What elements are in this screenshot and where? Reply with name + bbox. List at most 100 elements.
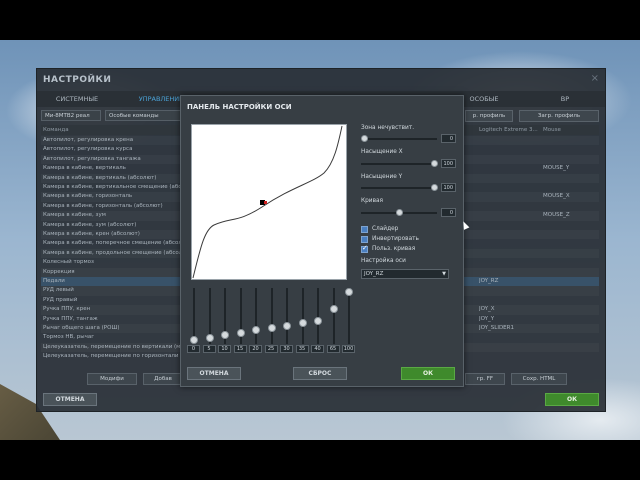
row-command: РУД правый — [43, 296, 78, 303]
curve-point-slider[interactable]: 0 — [187, 286, 201, 353]
saturation-y-label: Насыщение Y — [361, 174, 403, 180]
aircraft-select[interactable]: Ми-8МТВ2 реал — [41, 110, 101, 121]
curve-point-knob[interactable] — [329, 304, 338, 313]
row-mouse-binding[interactable]: MOUSE_X — [543, 192, 599, 201]
saturation-x-track — [361, 163, 437, 165]
saturation-x-value[interactable]: 100 — [441, 159, 456, 168]
saturation-x-slider[interactable]: 100 — [361, 159, 457, 168]
curve-point-knob[interactable] — [345, 288, 353, 296]
curve-point-slider[interactable]: 25 — [264, 286, 279, 353]
curve-point-knob[interactable] — [236, 328, 245, 337]
row-command: Целеуказатель, перемещение по вертикали … — [43, 343, 183, 350]
curve-point-label: 40 — [311, 345, 324, 353]
tab-system[interactable]: СИСТЕМНЫЕ — [47, 93, 107, 105]
row-command: Колесный тормоз — [43, 259, 94, 266]
slider-checkbox-label: Слайдер — [372, 226, 399, 232]
curve-point-label: 20 — [249, 345, 262, 353]
curve-point-label: 10 — [218, 345, 231, 353]
curve-point-slider[interactable]: 20 — [249, 286, 263, 353]
invert-checkbox-label: Инвертировать — [372, 236, 419, 242]
curve-value[interactable]: 0 — [441, 208, 456, 217]
saturation-x-knob[interactable] — [431, 160, 438, 167]
curve-point-knob[interactable] — [283, 321, 291, 330]
curve-point-slider[interactable]: 5 — [202, 286, 217, 353]
tab-special[interactable]: ОСОБЫЕ — [459, 93, 509, 105]
row-device-binding[interactable]: JOY_X — [479, 305, 539, 314]
row-command: Камера в кабине, продольное смещение (аб… — [43, 249, 183, 256]
window-title: НАСТРОЙКИ — [43, 75, 112, 85]
curve-point-slider[interactable]: 65 — [326, 286, 341, 353]
slider-checkbox[interactable] — [361, 226, 368, 233]
load-profile-button[interactable]: Загр. профиль — [519, 110, 599, 122]
load-ff-button[interactable]: гр. FF — [465, 373, 505, 385]
row-device-binding[interactable]: JOY_SLIDER1 — [479, 324, 539, 333]
saturation-y-track — [361, 187, 437, 189]
row-mouse-binding[interactable]: MOUSE_Z — [543, 211, 599, 220]
deadzone-knob[interactable] — [361, 135, 368, 142]
curve-point-knob[interactable] — [190, 336, 198, 344]
cancel-button[interactable]: ОТМЕНА — [43, 393, 97, 406]
reset-button[interactable]: СБРОС — [293, 367, 347, 380]
row-command: Камера в кабине, вертикальное смещение (… — [43, 184, 183, 190]
curve-point-label: 15 — [233, 345, 247, 353]
row-command: Рычаг общего шага (РОШ) — [43, 325, 120, 331]
curve-point-track — [286, 288, 288, 344]
curve-point-knob[interactable] — [205, 333, 214, 342]
letterbox-bottom — [0, 440, 640, 480]
curve-point-knob[interactable] — [298, 319, 307, 328]
modify-button[interactable]: Модифи — [87, 373, 137, 385]
row-mouse-binding[interactable]: MOUSE_Y — [543, 164, 599, 173]
save-html-button[interactable]: Сохр. HTML — [511, 373, 567, 385]
deadzone-value[interactable]: 0 — [441, 134, 456, 143]
saturation-y-knob[interactable] — [431, 184, 438, 191]
curve-point-track — [332, 288, 335, 344]
curve-point-slider[interactable]: 100 — [342, 286, 356, 353]
row-command: Камера в кабине, поперечное смещение (аб… — [43, 240, 182, 247]
saturation-y-value[interactable]: 100 — [441, 183, 456, 192]
user-curve-sliders: 0 5 10 15 20 25 30 35 40 65 100 — [187, 286, 357, 356]
curve-slider[interactable]: 0 — [361, 208, 457, 217]
dialog-ok-button[interactable]: ОК — [401, 367, 455, 380]
saturation-y-slider[interactable]: 100 — [361, 183, 457, 192]
axis-setting-label: Настройка оси — [361, 258, 406, 264]
row-command: Камера в кабине, горизонталь (абсолют) — [43, 202, 163, 209]
row-device-binding[interactable]: JOY_RZ — [479, 277, 539, 286]
close-icon[interactable]: × — [591, 73, 599, 84]
curve-point-slider[interactable]: 35 — [295, 286, 310, 353]
category-select[interactable]: Особые команды — [105, 110, 185, 121]
dialog-cancel-button[interactable]: ОТМЕНА — [187, 367, 241, 380]
invert-checkbox[interactable] — [361, 236, 368, 243]
dialog-title: ПАНЕЛЬ НАСТРОЙКИ ОСИ — [187, 103, 292, 111]
curve-point-knob[interactable] — [221, 331, 229, 340]
curve-point-knob[interactable] — [314, 316, 322, 325]
deadzone-slider[interactable]: 0 — [361, 134, 457, 143]
curve-point-track — [348, 288, 350, 344]
save-profile-button[interactable]: р. профиль — [465, 110, 513, 122]
user-curve-checkbox[interactable] — [361, 244, 368, 253]
ok-button[interactable]: ОК — [545, 393, 599, 406]
axis-select[interactable]: JOY_RZ ▼ — [361, 269, 449, 279]
column-header-device[interactable]: Logitech Extreme 3... — [479, 125, 538, 135]
column-header-mouse[interactable]: Mouse — [543, 125, 561, 135]
curve-point-label: 35 — [295, 345, 309, 353]
curve-point-knob[interactable] — [267, 324, 276, 332]
curve-point-track — [270, 288, 273, 344]
deadzone-label: Зона нечувствит. — [361, 125, 415, 131]
tab-vr[interactable]: ВР — [547, 93, 583, 105]
curve-point-slider[interactable]: 10 — [218, 286, 232, 353]
window-footer: ОТМЕНА ОК — [37, 391, 605, 407]
add-button[interactable]: Добав — [143, 373, 183, 385]
user-curve-checkbox-label: Польз. кривая — [372, 246, 416, 252]
curve-point-track — [301, 288, 304, 344]
curve-point-knob[interactable] — [252, 326, 260, 335]
curve-point-slider[interactable]: 15 — [233, 286, 248, 353]
letterbox-top — [0, 0, 640, 40]
curve-knob[interactable] — [396, 209, 403, 216]
curve-point-slider[interactable]: 40 — [311, 286, 325, 353]
curve-point-label: 0 — [187, 345, 200, 353]
curve-point-slider[interactable]: 30 — [280, 286, 294, 353]
row-command: Камера в кабине, крен (абсолют) — [43, 231, 140, 237]
saturation-x-label: Насыщение X — [361, 149, 403, 155]
column-header-command[interactable]: Команда — [43, 125, 69, 135]
row-device-binding[interactable]: JOY_Y — [479, 315, 539, 324]
